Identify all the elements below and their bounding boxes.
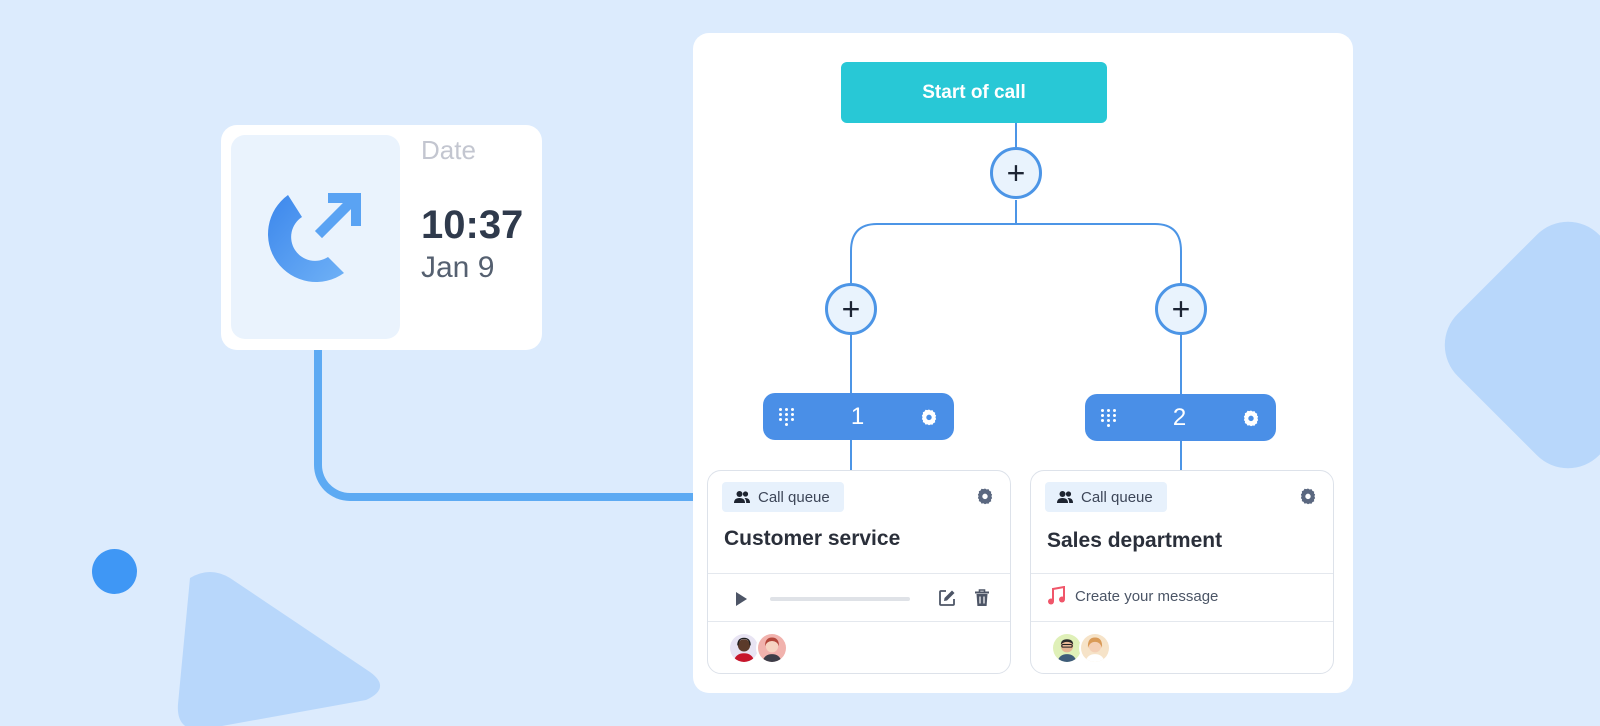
- badge-label: Call queue: [758, 488, 830, 506]
- call-queue-card-sales-department[interactable]: Call queue Sales department Create your …: [1030, 470, 1334, 674]
- agents-row: [708, 621, 1010, 673]
- keypad-option-2[interactable]: 2: [1085, 394, 1276, 441]
- start-of-call-node[interactable]: Start of call: [841, 62, 1107, 123]
- add-step-button[interactable]: +: [825, 283, 877, 335]
- create-message-link[interactable]: Create your message: [1075, 588, 1218, 605]
- plus-icon: +: [841, 291, 861, 327]
- connector-line: [360, 493, 695, 501]
- call-queue-badge: Call queue: [722, 482, 844, 512]
- call-queue-card-customer-service[interactable]: Call queue Customer service: [707, 470, 1011, 674]
- play-icon[interactable]: [734, 591, 748, 607]
- call-icon-box: [231, 135, 400, 339]
- decorative-triangle: [177, 572, 380, 726]
- keypad-number: 1: [850, 402, 865, 430]
- keypad-number: 2: [1172, 403, 1187, 431]
- edit-icon[interactable]: [938, 589, 956, 607]
- decorative-diamond: [1426, 203, 1600, 487]
- agents-row: [1031, 621, 1333, 673]
- audio-player: [708, 573, 1010, 621]
- outgoing-call-icon: [267, 193, 361, 283]
- call-flow-panel: Start of call + + + 1 2 Call queue Custo…: [693, 33, 1353, 693]
- connector-curve: [314, 455, 364, 501]
- gear-icon[interactable]: [920, 408, 938, 426]
- gear-icon[interactable]: [1242, 409, 1260, 427]
- badge-label: Call queue: [1081, 488, 1153, 506]
- message-row[interactable]: Create your message: [1031, 573, 1333, 621]
- keypad-option-1[interactable]: 1: [763, 393, 954, 440]
- keypad-icon: [1101, 408, 1117, 427]
- plus-icon: +: [1006, 155, 1026, 191]
- date-label: Date: [421, 135, 476, 165]
- gear-icon[interactable]: [976, 487, 994, 505]
- trash-icon[interactable]: [974, 589, 990, 607]
- audio-progress-bar[interactable]: [770, 597, 910, 601]
- keypad-icon: [779, 407, 795, 426]
- avatar: [1079, 632, 1111, 664]
- decorative-circle: [92, 549, 137, 594]
- queue-title: Sales department: [1047, 529, 1223, 552]
- users-icon: [734, 491, 750, 503]
- add-step-button[interactable]: +: [1155, 283, 1207, 335]
- music-note-icon: [1048, 586, 1065, 605]
- gear-icon[interactable]: [1299, 487, 1317, 505]
- call-queue-badge: Call queue: [1045, 482, 1167, 512]
- users-icon: [1057, 491, 1073, 503]
- avatar: [756, 632, 788, 664]
- plus-icon: +: [1171, 291, 1191, 327]
- call-time: 10:37: [421, 203, 524, 247]
- add-step-button[interactable]: +: [990, 147, 1042, 199]
- queue-title: Customer service: [724, 527, 901, 550]
- call-date: Jan 9: [421, 251, 495, 284]
- connector-line: [314, 345, 322, 465]
- call-card: Date 10:37 Jan 9: [221, 125, 542, 350]
